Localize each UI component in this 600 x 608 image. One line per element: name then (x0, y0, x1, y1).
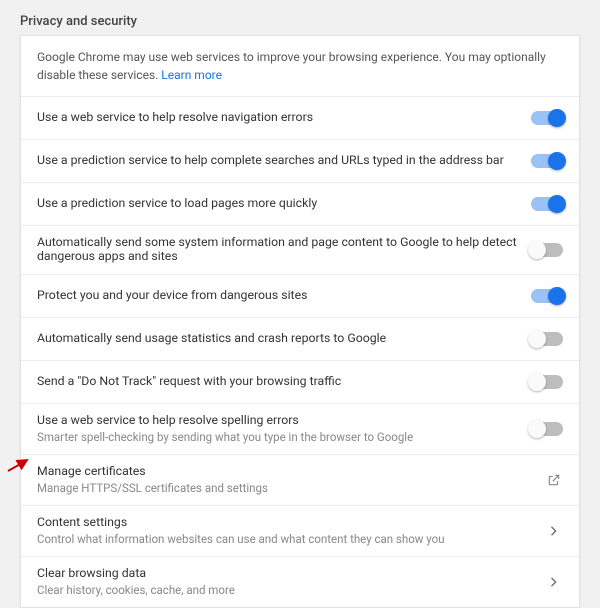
toggle-knob (548, 287, 566, 305)
row-label: Clear browsing data (37, 567, 533, 581)
learn-more-link[interactable]: Learn more (161, 68, 222, 82)
row-label: Protect you and your device from dangero… (37, 289, 519, 303)
settings-row: Protect you and your device from dangero… (21, 275, 579, 318)
settings-row: Use a prediction service to help complet… (21, 140, 579, 183)
settings-card: Google Chrome may use web services to im… (20, 35, 580, 608)
settings-row[interactable]: Clear browsing data Clear history, cookie… (21, 557, 579, 607)
toggle-knob (548, 152, 566, 170)
toggle-switch[interactable] (531, 197, 563, 211)
row-labels: Protect you and your device from dangero… (37, 289, 531, 303)
row-label: Content settings (37, 516, 533, 530)
intro-text: Google Chrome may use web services to im… (21, 36, 579, 97)
external-link-icon[interactable] (545, 471, 563, 489)
row-label: Use a web service to help resolve naviga… (37, 111, 519, 125)
row-label: Automatically send some system informati… (37, 236, 519, 264)
settings-row: Use a web service to help resolve spelli… (21, 404, 579, 455)
toggle-knob (528, 330, 546, 348)
row-labels: Automatically send some system informati… (37, 236, 531, 264)
row-sublabel: Smarter spell-checking by sending what y… (37, 430, 519, 444)
row-labels: Content settings Control what information… (37, 516, 545, 546)
row-sublabel: Manage HTTPS/SSL certificates and settin… (37, 481, 533, 495)
toggle-switch[interactable] (531, 422, 563, 436)
settings-row[interactable]: Content settings Control what information… (21, 506, 579, 557)
toggle-switch[interactable] (531, 154, 563, 168)
settings-row[interactable]: Manage certificates Manage HTTPS/SSL cert… (21, 455, 579, 506)
toggle-switch[interactable] (531, 375, 563, 389)
row-label: Manage certificates (37, 465, 533, 479)
row-labels: Manage certificates Manage HTTPS/SSL cert… (37, 465, 545, 495)
row-labels: Use a web service to help resolve spelli… (37, 414, 531, 444)
toggle-knob (528, 373, 546, 391)
row-label: Automatically send usage statistics and … (37, 332, 519, 346)
intro-body: Google Chrome may use web services to im… (37, 50, 546, 82)
toggle-knob (548, 195, 566, 213)
toggle-knob (528, 420, 546, 438)
toggle-switch[interactable] (531, 111, 563, 125)
row-label: Use a prediction service to help complet… (37, 154, 519, 168)
row-labels: Use a prediction service to help complet… (37, 154, 531, 168)
row-label: Send a "Do Not Track" request with your … (37, 375, 519, 389)
settings-row: Use a prediction service to load pages m… (21, 183, 579, 226)
chevron-right-icon[interactable] (545, 522, 563, 540)
row-labels: Use a prediction service to load pages m… (37, 197, 531, 211)
row-labels: Automatically send usage statistics and … (37, 332, 531, 346)
row-label: Use a prediction service to load pages m… (37, 197, 519, 211)
row-sublabel: Clear history, cookies, cache, and more (37, 583, 533, 597)
settings-row: Use a web service to help resolve naviga… (21, 97, 579, 140)
toggle-knob (548, 109, 566, 127)
settings-row: Automatically send some system informati… (21, 226, 579, 275)
toggle-switch[interactable] (531, 289, 563, 303)
row-sublabel: Control what information websites can us… (37, 532, 533, 546)
settings-row: Automatically send usage statistics and … (21, 318, 579, 361)
toggle-knob (528, 241, 546, 259)
row-labels: Use a web service to help resolve naviga… (37, 111, 531, 125)
settings-row: Send a "Do Not Track" request with your … (21, 361, 579, 404)
row-labels: Clear browsing data Clear history, cookie… (37, 567, 545, 597)
row-labels: Send a "Do Not Track" request with your … (37, 375, 531, 389)
row-label: Use a web service to help resolve spelli… (37, 414, 519, 428)
toggle-switch[interactable] (531, 332, 563, 346)
section-title: Privacy and security (0, 0, 600, 35)
toggle-switch[interactable] (531, 243, 563, 257)
